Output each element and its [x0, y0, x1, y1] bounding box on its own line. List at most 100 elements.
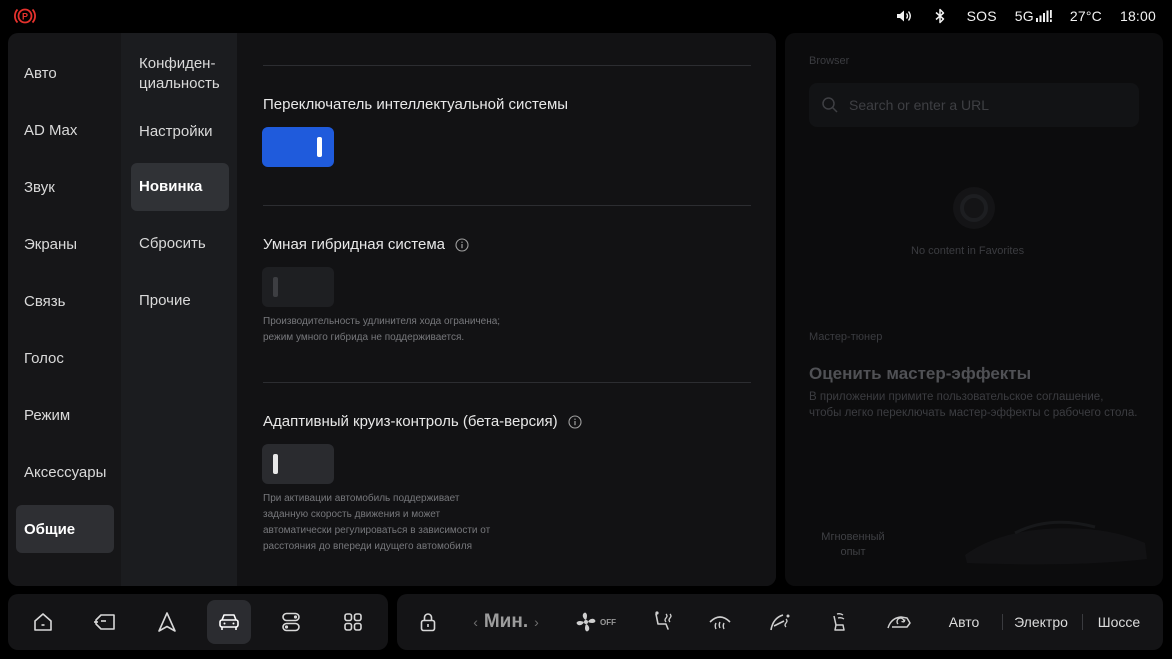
subnav-item-settings[interactable]: Настройки: [131, 120, 229, 144]
tuner-description-line: чтобы легко переключать мастер-эффекты с…: [809, 407, 1138, 419]
smart-hybrid-toggle[interactable]: [262, 267, 334, 307]
dock-car-door-button[interactable]: [83, 600, 127, 644]
signal-icon: [1035, 10, 1052, 22]
nav-item-ad-max[interactable]: AD Max: [16, 106, 114, 154]
subnav-item-other[interactable]: Прочие: [131, 289, 229, 313]
drive-mode-label: Шоссе: [1097, 614, 1141, 630]
nav-item-voice[interactable]: Голос: [16, 334, 114, 382]
nav-item-label: Аксессуары: [24, 463, 107, 481]
favorites-empty-text: No content in Favorites: [911, 245, 1025, 257]
subnav-item-label: Новинка: [139, 178, 203, 195]
temperature-label: 27°C: [1069, 8, 1102, 24]
toggle-knob: [273, 454, 278, 474]
adaptive-cruise-toggle[interactable]: [262, 444, 334, 484]
chevron-right-icon[interactable]: ›: [534, 614, 539, 630]
steering-heat-button[interactable]: [763, 594, 797, 650]
subnav-item-label: Настройки: [139, 123, 213, 140]
dock-apps-button[interactable]: [331, 600, 375, 644]
drive-mode-highway[interactable]: Шоссе: [1089, 594, 1149, 650]
nav-item-general[interactable]: Общие: [16, 505, 114, 553]
front-defrost-icon: [709, 616, 731, 630]
air-recirculation-icon: [887, 616, 911, 629]
drive-mode-electric[interactable]: Электро: [1008, 594, 1074, 650]
network-indicator: 5G: [1015, 8, 1052, 24]
fan-button[interactable]: OFF: [569, 594, 621, 650]
drive-mode-auto[interactable]: Авто: [937, 594, 991, 650]
settings-content: Переключатель интеллектуальной системы У…: [237, 33, 776, 586]
bluetooth-icon[interactable]: [931, 7, 949, 25]
adaptive-cruise-description: При активации автомобиль поддерживает за…: [263, 491, 563, 555]
subnav-item-new[interactable]: Новинка: [131, 163, 229, 211]
fan-icon: [576, 612, 596, 632]
favorites-empty-icon: [951, 185, 997, 231]
chevron-left-icon[interactable]: ‹: [473, 614, 478, 630]
sos-label[interactable]: SOS: [967, 8, 997, 24]
description-line: заданную скорость движения и может: [263, 509, 441, 520]
seat-heat-button[interactable]: [645, 594, 679, 650]
secondary-nav: Конфиден- циальность Настройки Новинка С…: [121, 33, 237, 586]
divider: [263, 65, 751, 66]
dock-car-settings-button[interactable]: [207, 600, 251, 644]
nav-item-label: Голос: [24, 349, 64, 367]
toggle-knob: [317, 137, 322, 157]
seat-heat-icon: [655, 611, 672, 630]
tuner-label: Мастер-тюнер: [809, 331, 883, 343]
primary-nav: Авто AD Max Звук Экраны Связь Голос Режи…: [8, 33, 121, 586]
info-icon[interactable]: [568, 414, 582, 429]
nav-item-screens[interactable]: Экраны: [16, 220, 114, 268]
nav-item-label: Звук: [24, 178, 55, 196]
browser-panel: Browser Search or enter a URL No content…: [785, 33, 1163, 586]
navigation-icon: [158, 612, 176, 632]
setting-title-text: Переключатель интеллектуальной системы: [263, 96, 569, 113]
steering-heat-icon: [770, 614, 790, 631]
instant-line: Мгновенный: [821, 531, 885, 543]
dock-navigation-button[interactable]: [145, 600, 189, 644]
intelligent-system-toggle[interactable]: [262, 127, 334, 167]
clock-label: 18:00: [1119, 8, 1156, 24]
toggle-knob: [273, 277, 278, 297]
nav-item-auto[interactable]: Авто: [16, 49, 114, 97]
nav-item-connection[interactable]: Связь: [16, 277, 114, 325]
seat-vent-icon: [833, 613, 845, 631]
fan-level-value: Мин.: [483, 611, 529, 632]
subnav-item-reset[interactable]: Сбросить: [131, 232, 229, 256]
subnav-item-label: Прочие: [139, 292, 191, 309]
tuner-heading: Оценить мастер-эффекты: [809, 364, 1032, 383]
nav-item-label: Общие: [24, 520, 76, 538]
tuner-description-line: В приложении примите пользовательское со…: [809, 391, 1104, 403]
fan-level-control[interactable]: ‹ Мин. ›: [461, 594, 551, 650]
setting-title: Адаптивный круиз-контроль (бета-версия): [263, 413, 582, 430]
volume-icon[interactable]: [895, 7, 913, 25]
tuner-description: В приложении примите пользовательское со…: [809, 389, 1154, 421]
browser-search-input[interactable]: Search or enter a URL: [809, 83, 1139, 127]
dock-home-button[interactable]: [21, 600, 65, 644]
app-dock: [8, 594, 388, 650]
info-icon[interactable]: [455, 237, 469, 252]
setting-title-text: Адаптивный круиз-контроль (бета-версия): [263, 413, 558, 430]
lock-button[interactable]: [413, 594, 443, 650]
browser-title: Browser: [809, 55, 850, 67]
divider: [263, 205, 751, 206]
setting-title: Переключатель интеллектуальной системы: [263, 96, 568, 113]
front-defrost-button[interactable]: [703, 594, 737, 650]
drive-mode-label: Электро: [1014, 614, 1068, 630]
divider: [263, 382, 751, 383]
nav-item-mode[interactable]: Режим: [16, 391, 114, 439]
air-recirculation-button[interactable]: [881, 594, 917, 650]
instant-line: опыт: [840, 546, 866, 558]
setting-title: Умная гибридная система: [263, 236, 469, 253]
fan-status-label: OFF: [600, 617, 616, 627]
seat-vent-button[interactable]: [821, 594, 855, 650]
subnav-item-privacy[interactable]: Конфиден- циальность: [131, 53, 229, 95]
parking-brake-icon: P: [14, 6, 36, 26]
instant-experience-button[interactable]: Мгновенный опыт: [809, 525, 897, 565]
dock-toggles-button[interactable]: [269, 600, 313, 644]
climate-dock: ‹ Мин. › OFF Авто Электро Шоссе: [397, 594, 1163, 650]
nav-item-label: Режим: [24, 406, 71, 424]
car-settings-icon: [219, 614, 239, 630]
toggles-icon: [282, 612, 300, 632]
mode-divider: [1082, 614, 1083, 630]
nav-item-accessories[interactable]: Аксессуары: [16, 448, 114, 496]
nav-item-label: Экраны: [24, 235, 78, 253]
nav-item-sound[interactable]: Звук: [16, 163, 114, 211]
